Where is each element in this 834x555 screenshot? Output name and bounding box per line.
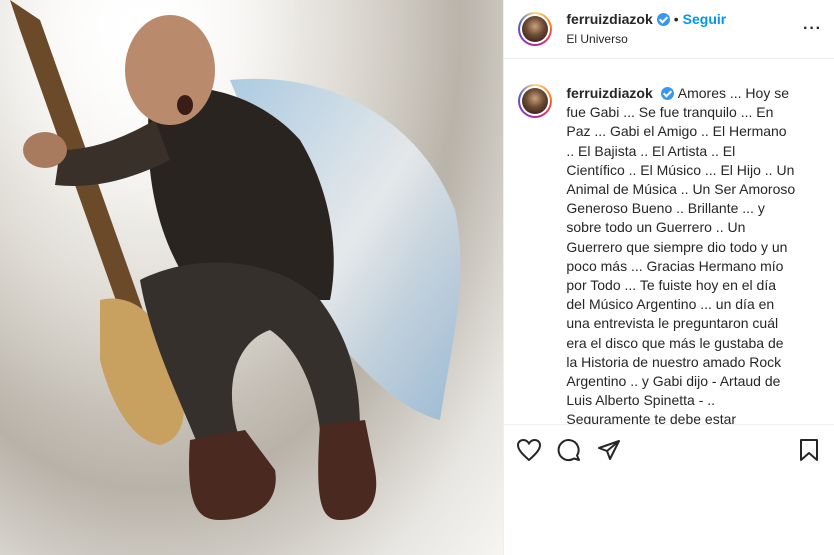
- heart-icon[interactable]: [516, 437, 542, 463]
- post-header: ferruizdiazok • Seguir El Universo ···: [504, 0, 834, 59]
- bookmark-icon[interactable]: [796, 437, 822, 463]
- instagram-post: ferruizdiazok • Seguir El Universo ··· f…: [0, 0, 834, 555]
- caption-author-avatar[interactable]: [518, 84, 553, 118]
- verified-badge-icon: [660, 87, 674, 100]
- share-icon[interactable]: [596, 437, 622, 463]
- more-options-icon[interactable]: ···: [803, 20, 822, 38]
- post-photo[interactable]: [0, 0, 504, 555]
- post-caption: ferruizdiazok Amores ... Hoy se fue Gabi …: [566, 84, 796, 424]
- action-bar: [504, 424, 834, 475]
- post-sidebar: ferruizdiazok • Seguir El Universo ··· f…: [503, 0, 834, 555]
- caption-area: ferruizdiazok Amores ... Hoy se fue Gabi …: [518, 84, 824, 424]
- author-info: ferruizdiazok • Seguir El Universo: [566, 11, 726, 46]
- post-location[interactable]: El Universo: [566, 32, 726, 46]
- author-username[interactable]: ferruizdiazok: [566, 11, 652, 28]
- follow-button[interactable]: Seguir: [683, 11, 727, 28]
- caption-text: Amores ... Hoy se fue Gabi ... Se fue tr…: [566, 85, 796, 424]
- verified-badge-icon: [656, 13, 670, 27]
- separator-dot: •: [673, 11, 679, 28]
- author-avatar[interactable]: [518, 12, 553, 46]
- comment-icon[interactable]: [556, 437, 582, 463]
- musician-jumping-illustration: [0, 0, 504, 555]
- caption-username[interactable]: ferruizdiazok: [566, 85, 652, 101]
